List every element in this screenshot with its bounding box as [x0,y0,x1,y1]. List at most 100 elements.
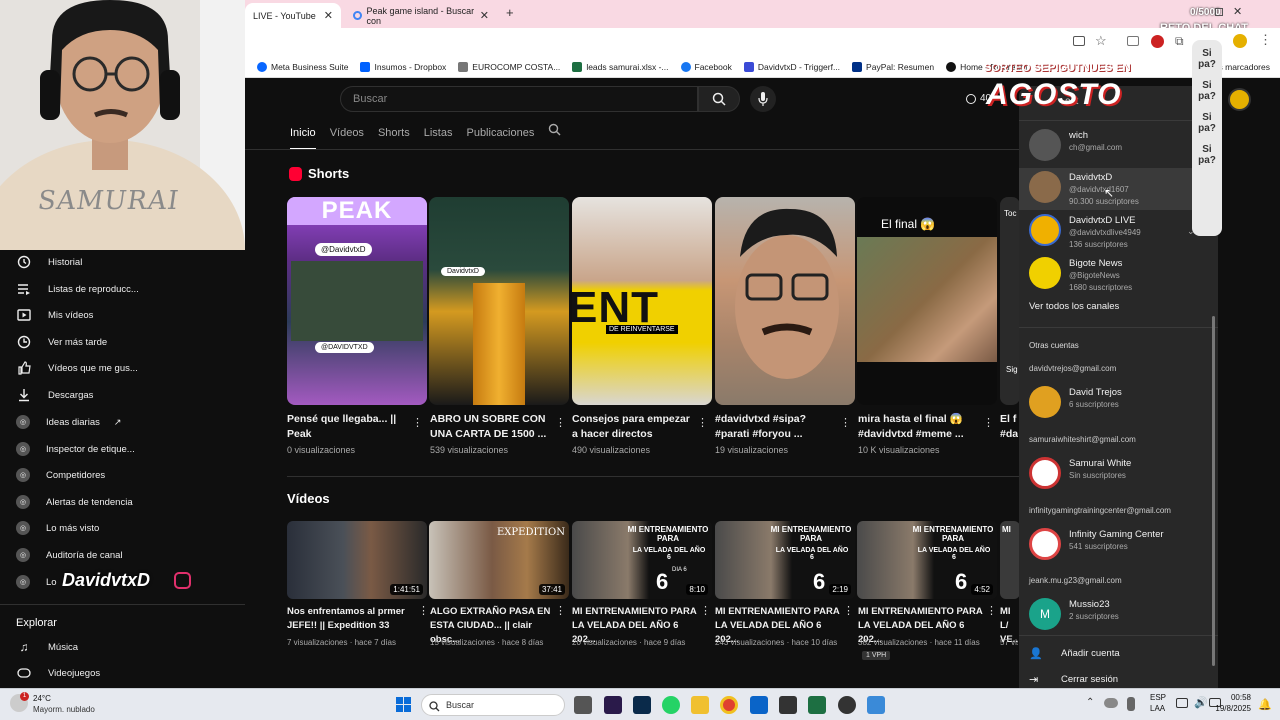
more-options-icon[interactable]: ⋮ [555,416,566,429]
more-options-icon[interactable]: ⋮ [983,416,994,429]
search-button[interactable] [698,86,740,112]
account-item[interactable]: Samurai White Sin suscriptores [1029,457,1131,489]
app-icon[interactable] [867,696,885,714]
sidebar-item-liked-videos[interactable]: Vídeos que me gus... [16,358,138,378]
obs-icon[interactable] [838,696,856,714]
photoshop-icon[interactable] [633,696,651,714]
chrome-icon[interactable] [720,696,738,714]
video-thumbnail[interactable]: MI ENTRENAMIENTO PARA LA VELADA DEL AÑO … [715,521,855,599]
video-thumbnail[interactable]: MI ENTRENAMIENTO PARA LA VELADA DEL AÑO … [572,521,712,599]
sidebar-item-watch-later[interactable]: Ver más tarde [16,332,107,352]
excel-icon[interactable] [808,696,826,714]
app-icon[interactable] [779,696,797,714]
bookmark-triggerfox[interactable]: DavidvtxD - Triggerf... [743,61,840,72]
short-title[interactable]: Pensé que llegaba... || Peak [287,412,405,442]
volume-icon[interactable]: 🔊 [1194,696,1208,709]
tab-shorts[interactable]: Shorts [378,120,410,150]
sidebar-item-downloads[interactable]: Descargas [16,385,93,405]
sidebar-item-trend-alerts[interactable]: ◎ Alertas de tendencia [16,492,133,512]
account-item[interactable]: DavidvtxD LIVE @davidvtxdlive4949 136 susc… [1029,214,1141,251]
sidebar-item-competitors[interactable]: ◎ Competidores [16,465,105,485]
short-thumbnail[interactable]: DavidvtxD [429,197,569,405]
short-thumbnail[interactable]: ENT DE REINVENTARSE [572,197,712,405]
sidebar-item-tag-inspector[interactable]: ◎ Inspector de etique... [16,439,135,459]
video-title[interactable]: Nos enfrentamos al prmer JEFE!! || Exped… [287,605,417,633]
menu-kebab-icon[interactable]: ⋮ [1259,32,1272,48]
close-window-icon[interactable]: ✕ [1233,5,1242,18]
bookmark-meta[interactable]: Meta Business Suite [257,61,348,72]
bookmark-paypal[interactable]: PayPal: Resumen [852,61,934,72]
extension-icon[interactable] [1151,35,1164,48]
account-item[interactable]: Infinity Gaming Center 541 suscriptores [1029,528,1164,560]
channel-search-icon[interactable] [548,120,561,150]
short-title[interactable]: Consejos para empezar a hacer directos [572,412,690,442]
short-title[interactable]: El f #da [1000,412,1018,442]
view-all-channels-link[interactable]: Ver todos los canales [1029,301,1119,312]
sidebar-item-music[interactable]: ♫ Música [16,637,79,657]
profile-avatar[interactable] [1233,34,1247,48]
video-thumbnail[interactable]: MI ENTRENAMIENTO PARA LA VELADA DEL AÑO … [857,521,997,599]
file-explorer-icon[interactable] [691,696,709,714]
outlook-icon[interactable] [750,696,768,714]
short-thumbnail[interactable]: El final 😱 [857,197,997,405]
cloud-icon[interactable] [1104,698,1118,708]
account-item[interactable]: David Trejos 6 suscriptores [1029,386,1122,418]
bookmark-eurocomp[interactable]: EUROCOMP COSTA... [458,61,560,72]
short-thumbnail[interactable]: PEAK @DavidvtxD @DAVIDVTXD [287,197,427,405]
panel-scrollbar[interactable] [1212,316,1215,666]
sidebar-item-most-viewed[interactable]: ◎ Lo más visto [16,518,99,538]
video-thumbnail[interactable]: 1:41:51 [287,521,427,599]
sign-out-button[interactable]: ⇥ Cerrar sesión [1029,673,1118,686]
windows-start-icon[interactable] [396,697,412,713]
more-options-icon[interactable]: ⋮ [700,604,711,617]
chevron-up-icon[interactable]: ⌃ [1086,697,1094,708]
sidebar-item-ideas[interactable]: ◎ Ideas diarias ↗ [16,412,121,432]
close-tab-icon[interactable]: ✕ [480,9,489,22]
restore-window-icon[interactable] [1215,8,1223,16]
short-thumbnail[interactable] [715,197,855,405]
sidebar-item-my-videos[interactable]: Mis vídeos [16,305,93,325]
premiere-icon[interactable] [604,696,622,714]
more-options-icon[interactable]: ⋮ [840,416,851,429]
short-title[interactable]: #davidvtxd #sipa? #parati #foryou ... [715,412,833,442]
short-title[interactable]: mira hasta el final 😱 #davidvtxd #meme .… [858,412,976,442]
cast-icon[interactable] [1073,36,1085,46]
sidebar-item-history[interactable]: Historial [16,252,82,272]
more-options-icon[interactable]: ⋮ [555,604,566,617]
whatsapp-icon[interactable] [662,696,680,714]
language-top[interactable]: ESP [1150,693,1166,702]
close-tab-icon[interactable]: ✕ [324,9,333,22]
short-thumbnail[interactable]: Toc Sig [1000,197,1020,405]
video-thumbnail[interactable]: MI [1000,521,1020,599]
tab-playlists[interactable]: Listas [424,120,453,150]
language-bottom[interactable]: LAA [1150,704,1165,713]
more-options-icon[interactable]: ⋮ [843,604,854,617]
avatar[interactable] [1228,88,1251,111]
video-thumbnail[interactable]: EXPEDITION 37:41 [429,521,569,599]
add-account-button[interactable]: 👤 Añadir cuenta [1029,647,1120,660]
sidebar-item-lo[interactable]: ◎ Lo [16,572,57,592]
search-input[interactable]: Buscar [340,86,698,112]
short-title[interactable]: ABRO UN SOBRE CON UNA CARTA DE 1500 ... [430,412,548,442]
tab-home[interactable]: Inicio [290,120,316,150]
bookmark-leads[interactable]: leads samurai.xlsx -... [572,61,669,72]
sidebar-item-channel-audit[interactable]: ◎ Auditoría de canal [16,545,123,565]
tab-youtube-live[interactable]: LIVE - YouTube ✕ [245,3,341,28]
account-item[interactable]: M Mussio23 2 suscriptores [1029,598,1119,630]
tab-videos[interactable]: Vídeos [330,120,364,150]
extension-icon[interactable] [1127,36,1139,46]
voice-search-button[interactable] [750,86,776,112]
sidebar-item-playlists[interactable]: Listas de reproducc... [16,279,139,299]
address-bar[interactable]: ☆ ⧉ ⋮ [245,28,1280,56]
account-item[interactable]: DavidvtxD @davidvtxd1607 90.300 suscriptor… [1029,171,1139,208]
taskbar-search-input[interactable]: Buscar [421,694,565,716]
bookmark-facebook[interactable]: Facebook [680,61,732,72]
notifications-bell-icon[interactable]: 🔔 [1258,698,1272,711]
more-options-icon[interactable]: ⋮ [986,604,997,617]
clock-time[interactable]: 00:58 [1229,693,1251,702]
task-view-icon[interactable] [574,696,592,714]
new-tab-button[interactable]: + [506,5,514,20]
usb-icon[interactable] [1127,697,1135,711]
more-options-icon[interactable]: ⋮ [697,416,708,429]
bookmark-dropbox[interactable]: Insumos - Dropbox [360,61,446,72]
